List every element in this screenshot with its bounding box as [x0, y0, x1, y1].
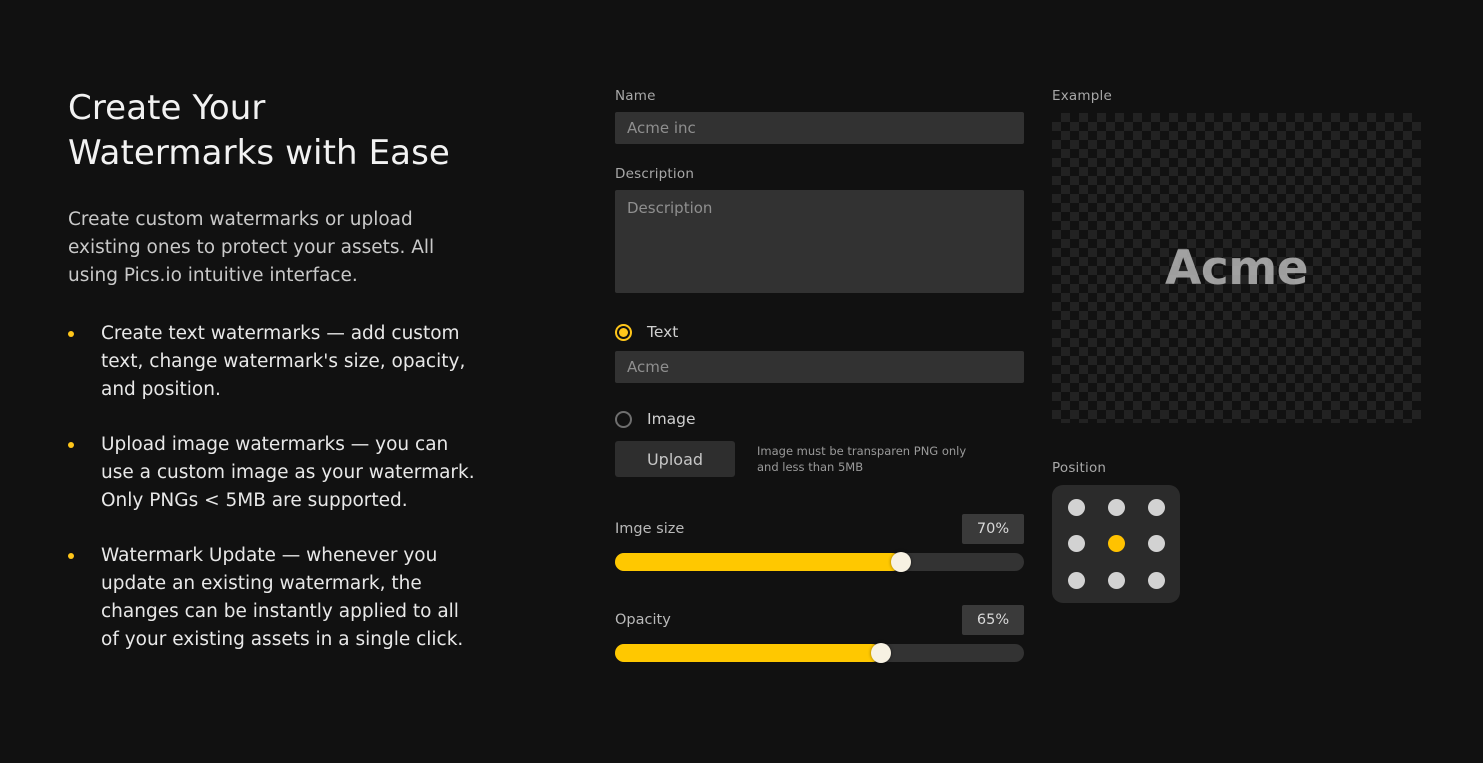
watermark-form: Name Acme inc Description Description Te… [615, 88, 1024, 663]
watermark-text-input[interactable]: Acme [615, 351, 1024, 383]
radio-image-icon[interactable] [615, 410, 632, 428]
preview-watermark-text: Acme [1164, 240, 1309, 296]
radio-option-image[interactable]: Image [615, 410, 1024, 428]
image-size-slider-header: Imge size 70% [615, 514, 1024, 544]
upload-button[interactable]: Upload [615, 441, 735, 477]
image-size-slider-fill [615, 553, 902, 571]
name-input[interactable]: Acme inc [615, 112, 1024, 144]
radio-image-label: Image [647, 410, 696, 428]
radio-text-icon[interactable] [615, 323, 632, 341]
position-cell-bottom-left[interactable] [1067, 572, 1085, 590]
position-cell-bottom-right[interactable] [1147, 572, 1165, 590]
image-size-label: Imge size [615, 521, 685, 537]
position-section: Position [1052, 460, 1422, 603]
radio-text-label: Text [647, 323, 679, 341]
image-size-value-badge: 70% [962, 514, 1024, 544]
name-field-group: Name Acme inc [615, 88, 1024, 144]
name-field-label: Name [615, 88, 656, 104]
example-label: Example [1052, 88, 1112, 104]
watermark-preview: Acme [1052, 113, 1421, 423]
list-item: Watermark Update — whenever you update a… [68, 542, 538, 654]
position-cell-top-left[interactable] [1067, 498, 1085, 516]
list-item: Upload image watermarks — you can use a … [68, 431, 538, 515]
bullet-dot-icon [68, 331, 74, 337]
list-item: Create text watermarks — add custom text… [68, 320, 538, 404]
description-field-label: Description [615, 166, 695, 182]
list-item-label: Create text watermarks — add custom text… [101, 323, 466, 400]
position-cell-bottom-center[interactable] [1107, 572, 1125, 590]
position-grid[interactable] [1052, 485, 1180, 603]
feature-list: Create text watermarks — add custom text… [68, 320, 538, 654]
radio-option-text[interactable]: Text [615, 323, 1024, 341]
list-item-label: Watermark Update — whenever you update a… [101, 545, 464, 650]
position-cell-top-center[interactable] [1107, 498, 1125, 516]
preview-section: Example Acme Position [1052, 88, 1422, 603]
watermark-settings-page: Create Your Watermarks with Ease Create … [0, 0, 1483, 763]
bullet-dot-icon [68, 553, 74, 559]
position-cell-middle-center[interactable] [1107, 535, 1125, 553]
opacity-slider-thumb[interactable] [870, 643, 891, 663]
hero-section: Create Your Watermarks with Ease Create … [68, 86, 538, 654]
list-item-label: Upload image watermarks — you can use a … [101, 434, 475, 511]
upload-row: Upload Image must be transparen PNG only… [615, 441, 1024, 477]
opacity-slider-group: Opacity 65% [615, 605, 1024, 663]
upload-hint-text: Image must be transparen PNG only and le… [757, 444, 967, 474]
opacity-slider-fill [615, 644, 881, 662]
position-cell-top-right[interactable] [1147, 498, 1165, 516]
image-size-slider-group: Imge size 70% [615, 514, 1024, 572]
description-input[interactable]: Description [615, 190, 1024, 293]
position-cell-middle-right[interactable] [1147, 535, 1165, 553]
opacity-label: Opacity [615, 612, 671, 628]
position-label: Position [1052, 460, 1107, 476]
opacity-value-badge: 65% [962, 605, 1024, 635]
bullet-dot-icon [68, 442, 74, 448]
image-size-slider-thumb[interactable] [891, 552, 912, 572]
opacity-slider[interactable] [615, 643, 1024, 663]
image-size-slider[interactable] [615, 552, 1024, 572]
description-field-group: Description Description [615, 166, 1024, 293]
opacity-slider-header: Opacity 65% [615, 605, 1024, 635]
hero-subhead: Create custom watermarks or upload exist… [68, 209, 435, 286]
position-cell-middle-left[interactable] [1067, 535, 1085, 553]
page-title: Create Your Watermarks with Ease [68, 88, 450, 173]
